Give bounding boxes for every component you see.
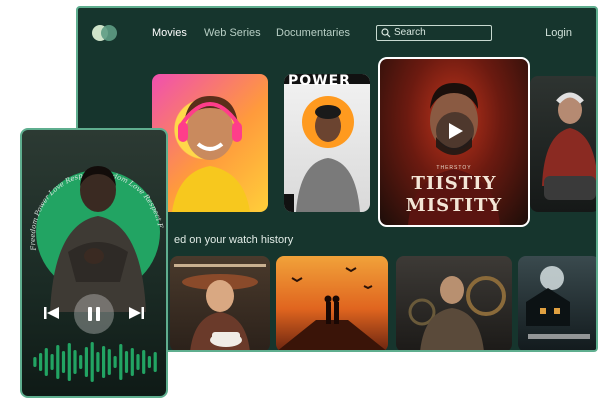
waveform-bar: [119, 344, 123, 380]
brand-logo[interactable]: [92, 25, 118, 41]
waveform-bar: [102, 346, 106, 378]
music-player-card: Freedom Power Love Respect Freedom Love …: [20, 128, 168, 398]
poster-coffee-woman[interactable]: [170, 256, 270, 350]
waveform-bar: [33, 357, 37, 367]
waveform-bar: [124, 351, 129, 373]
waveform-bar: [90, 342, 94, 382]
waveform-bar: [107, 349, 111, 375]
featured-poster-subtitle: THERSTOY: [436, 165, 472, 171]
pause-button[interactable]: [74, 294, 114, 334]
waveform-bar: [142, 350, 146, 374]
poster-art: [284, 74, 370, 212]
waveform-bar: [50, 354, 54, 370]
poster-couple-sunset[interactable]: [276, 256, 388, 350]
nav-web-series[interactable]: Web Series: [204, 27, 261, 39]
poster-art: [174, 264, 266, 350]
waveform-bar: [73, 350, 77, 374]
next-button[interactable]: [128, 306, 144, 325]
waveform-bar: [136, 354, 140, 370]
waveform-bar: [96, 352, 100, 372]
search-placeholder: Search: [394, 27, 426, 38]
featured-poster-title-line1: TIISTIY: [411, 173, 497, 194]
waveform-bar: [84, 347, 88, 377]
waveform-bar: [130, 348, 134, 376]
waveform-bar: [113, 356, 117, 368]
poster-sitting-man[interactable]: [530, 76, 596, 212]
poster-art: [172, 96, 250, 212]
pause-icon: [88, 307, 100, 321]
search-input[interactable]: Search: [376, 25, 492, 41]
waveform-bar: [44, 348, 48, 376]
poster-art: [408, 276, 506, 350]
poster-headphones-woman[interactable]: [152, 74, 268, 212]
poster-dark-house[interactable]: [518, 256, 596, 350]
skip-next-icon: [129, 307, 144, 319]
waveform-bar: [39, 353, 43, 371]
poster-art: [526, 266, 590, 339]
previous-button[interactable]: [44, 306, 60, 325]
artist-photo: [50, 166, 146, 312]
poster-power[interactable]: POWER: [284, 74, 370, 212]
featured-poster[interactable]: THERSTOY TIISTIY MISTITY: [378, 57, 530, 227]
poster-power-title: POWER: [288, 74, 351, 89]
waveform-bar: [79, 355, 83, 369]
play-icon: [449, 123, 463, 139]
waveform-bar: [56, 345, 60, 379]
waveform-bar: [61, 351, 66, 373]
section-title: ed on your watch history: [174, 234, 294, 246]
poster-steampunk-man[interactable]: [396, 256, 512, 350]
featured-poster-title-line2: MISTITY: [405, 195, 503, 216]
skip-previous-icon: [44, 307, 59, 319]
nav-movies[interactable]: Movies: [152, 27, 187, 39]
search-icon: [381, 28, 391, 38]
login-link[interactable]: Login: [545, 27, 572, 39]
audio-waveform: [33, 342, 157, 382]
waveform-bar: [153, 352, 157, 372]
poster-art: [278, 267, 386, 350]
hero-illustration: Movies Web Series Documentaries Search L…: [0, 0, 600, 400]
waveform-bar: [147, 356, 151, 368]
play-button[interactable]: [436, 112, 474, 150]
waveform-bar: [67, 343, 71, 381]
poster-art: [542, 92, 596, 200]
nav-documentaries[interactable]: Documentaries: [276, 27, 350, 39]
top-navigation: Movies Web Series Documentaries Search L…: [78, 8, 596, 56]
